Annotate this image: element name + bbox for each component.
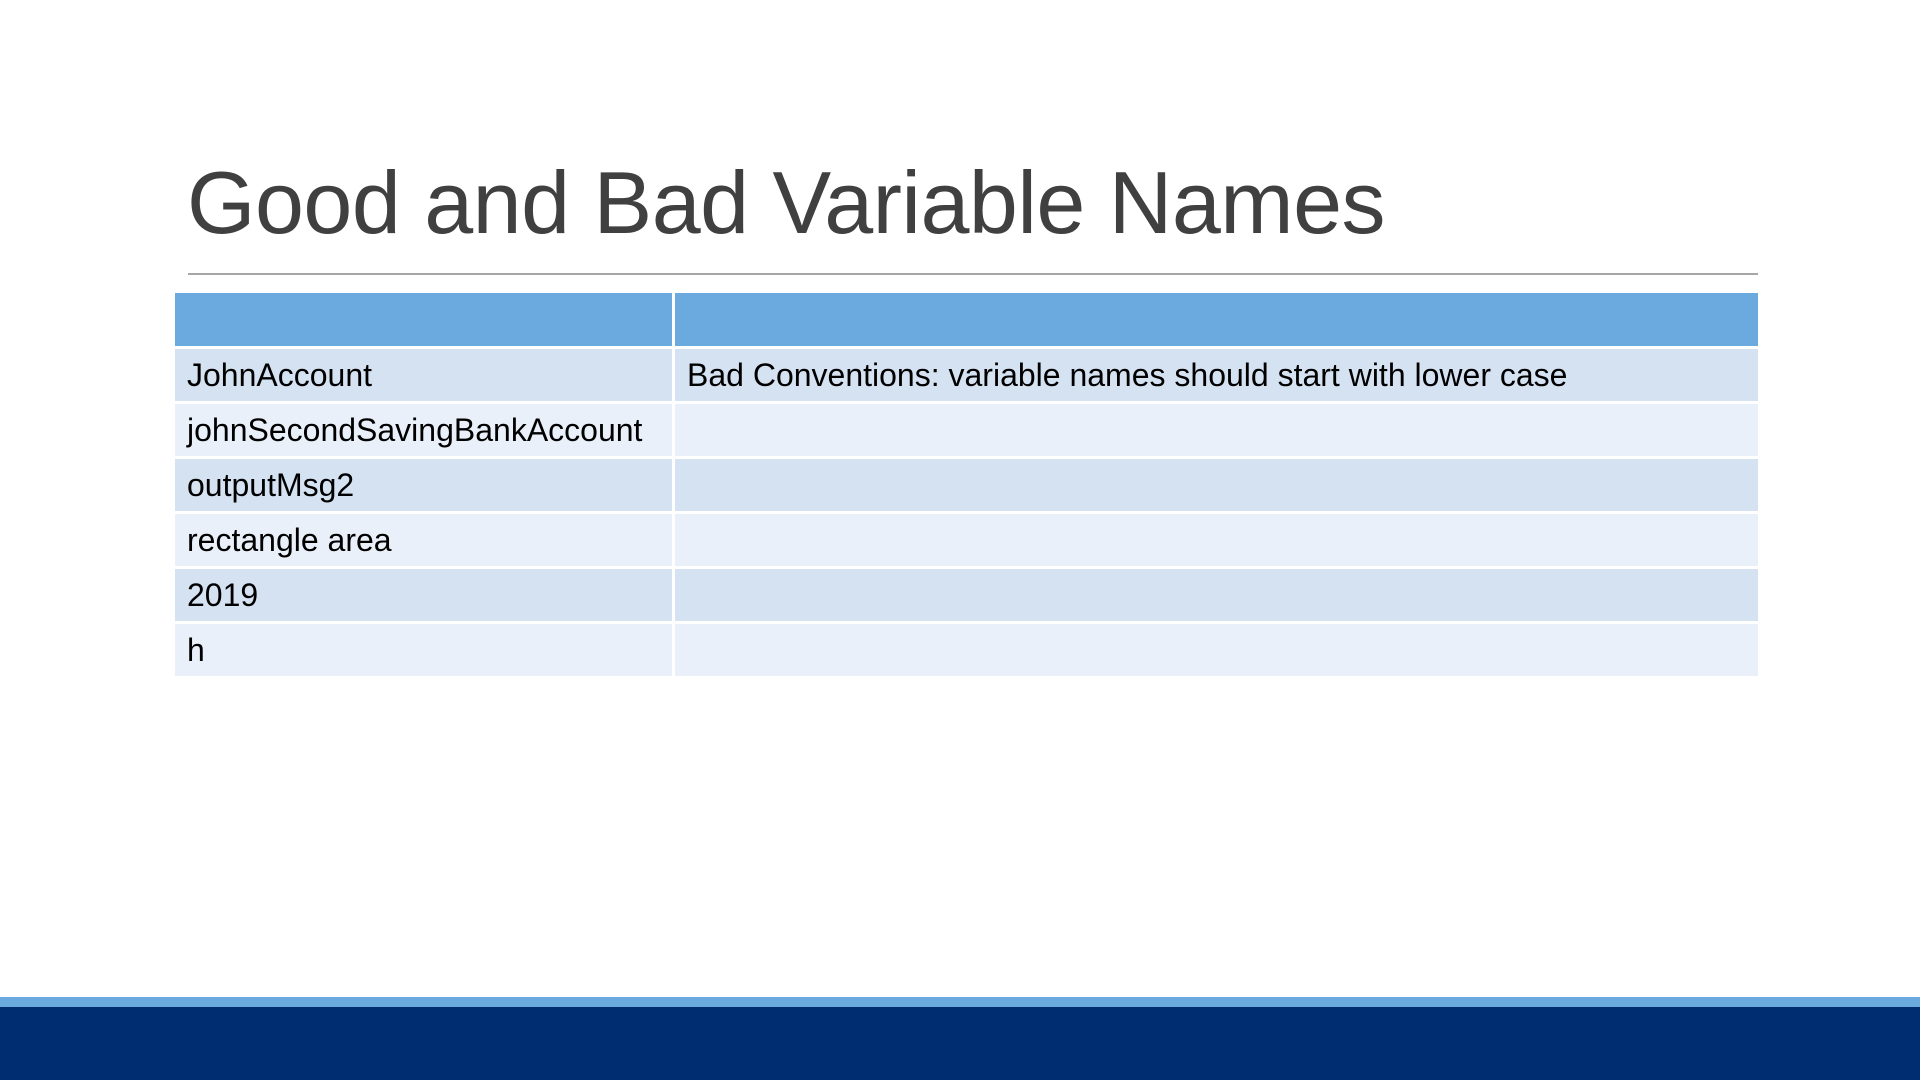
table-header-cell xyxy=(672,290,1761,349)
variable-name-cell: JohnAccount xyxy=(172,346,675,404)
table-row: JohnAccount Bad Conventions: variable na… xyxy=(172,346,1761,404)
table-row: rectangle area xyxy=(172,511,1761,569)
variable-names-table-container: JohnAccount Bad Conventions: variable na… xyxy=(172,290,1761,679)
variable-name-cell: 2019 xyxy=(172,566,675,624)
table-row: h xyxy=(172,621,1761,679)
comment-cell: Bad Conventions: variable names should s… xyxy=(672,346,1761,404)
variable-name-cell: rectangle area xyxy=(172,511,675,569)
variable-names-table: JohnAccount Bad Conventions: variable na… xyxy=(172,290,1761,679)
footer-accent-stripe xyxy=(0,997,1920,1007)
footer-bar xyxy=(0,1007,1920,1080)
table-header-row xyxy=(172,290,1761,349)
comment-cell xyxy=(672,456,1761,514)
variable-name-cell: h xyxy=(172,621,675,679)
comment-cell xyxy=(672,566,1761,624)
variable-name-cell: johnSecondSavingBankAccount xyxy=(172,401,675,459)
variable-name-cell: outputMsg2 xyxy=(172,456,675,514)
comment-cell xyxy=(672,401,1761,459)
table-row: johnSecondSavingBankAccount xyxy=(172,401,1761,459)
table-row: outputMsg2 xyxy=(172,456,1761,514)
table-row: 2019 xyxy=(172,566,1761,624)
comment-cell xyxy=(672,621,1761,679)
comment-cell xyxy=(672,511,1761,569)
table-header-cell xyxy=(172,290,675,349)
slide: Good and Bad Variable Names JohnAccount … xyxy=(0,0,1920,1080)
title-divider xyxy=(188,273,1758,275)
slide-title: Good and Bad Variable Names xyxy=(187,153,1386,252)
